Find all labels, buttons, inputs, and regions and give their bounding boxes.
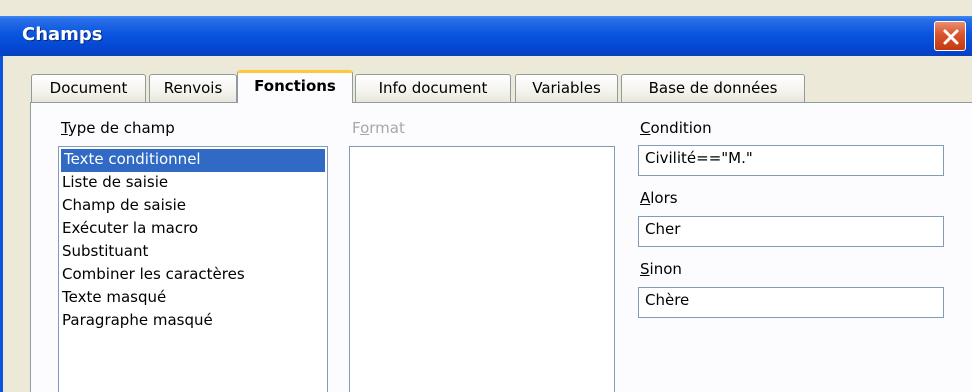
window-title: Champs [22,24,103,45]
format-list[interactable] [349,146,615,392]
field-type-list-items: Texte conditionnel Liste de saisie Champ… [59,147,327,333]
field-type-list[interactable]: Texte conditionnel Liste de saisie Champ… [58,146,328,392]
condition-input[interactable]: Civilité=="M." [638,145,944,176]
format-label: Format [352,119,405,137]
title-bar[interactable]: Champs [0,16,972,56]
fields-dialog: Champs Type de champ Texte conditionnel … [0,0,972,392]
tab-label: Document [49,79,128,97]
list-item[interactable]: Texte masqué [59,287,327,310]
window-frame-left [0,56,3,392]
close-icon [943,29,959,45]
tab-label: Base de données [648,79,778,97]
tab-variables[interactable]: Variables [515,74,618,102]
then-label: Alors [640,189,678,207]
list-item[interactable]: Liste de saisie [59,172,327,195]
tab-document[interactable]: Document [31,74,146,102]
list-item[interactable]: Exécuter la macro [59,218,327,241]
condition-label: Condition [640,119,712,137]
list-item[interactable]: Texte conditionnel [61,149,325,172]
else-input[interactable]: Chère [638,287,944,318]
then-input[interactable]: Cher [638,216,944,247]
list-item[interactable]: Combiner les caractères [59,264,327,287]
list-item[interactable]: Champ de saisie [59,195,327,218]
tab-label: Variables [532,79,601,97]
tab-label: Renvois [163,79,223,97]
tab-label: Info document [378,79,488,97]
tab-label: Fonctions [254,77,336,95]
list-item[interactable]: Paragraphe masqué [59,310,327,333]
close-button[interactable] [934,21,966,51]
tab-document-info[interactable]: Info document [355,74,511,102]
tab-panel-functions: Type de champ Texte conditionnel Liste d… [30,102,972,392]
tab-database[interactable]: Base de données [621,74,805,102]
field-type-label: Type de champ [61,119,175,137]
tab-functions[interactable]: Fonctions [237,70,353,103]
list-item[interactable]: Substituant [59,241,327,264]
else-label: Sinon [640,260,682,278]
tab-cross-references[interactable]: Renvois [149,74,237,102]
